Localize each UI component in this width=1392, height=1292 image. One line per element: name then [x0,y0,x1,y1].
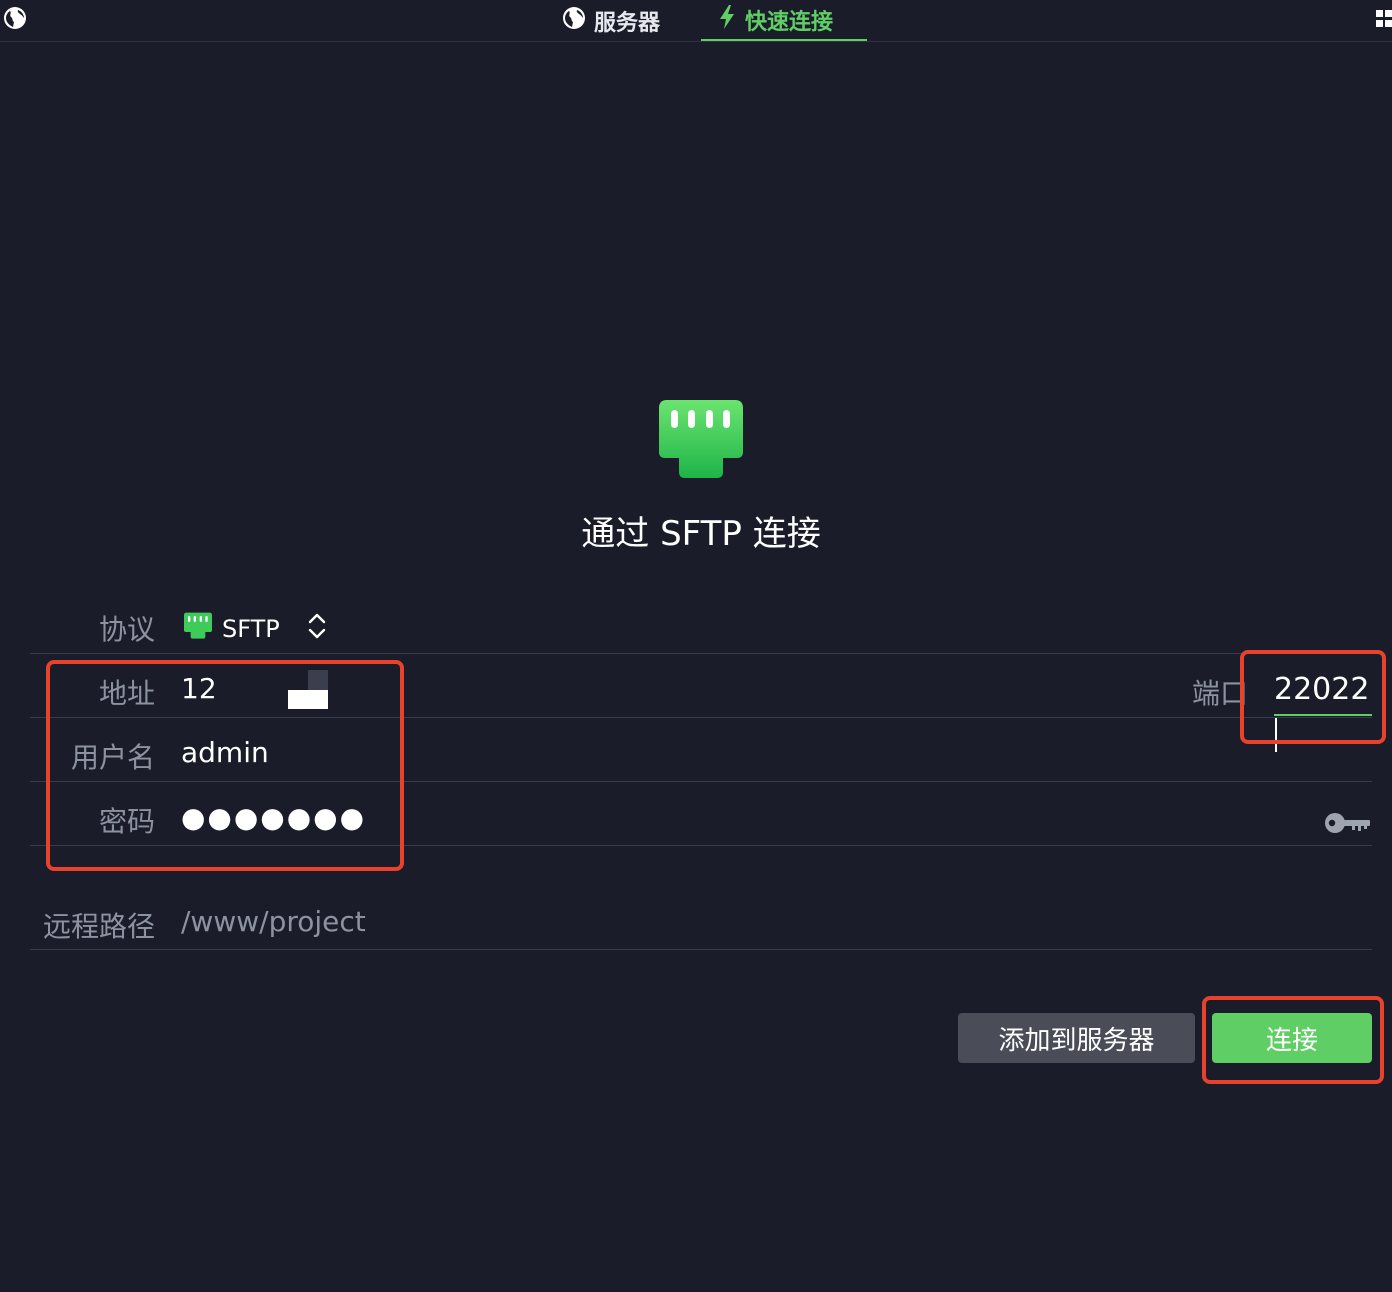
protocol-value: SFTP [222,615,280,643]
add-to-servers-button[interactable]: 添加到服务器 [958,1013,1195,1063]
port-label: 端口 [1192,677,1249,710]
connect-button[interactable]: 连接 [1212,1013,1372,1063]
page-title: 通过 SFTP 连接 [581,514,821,554]
ethernet-port-icon [184,612,212,646]
divider [30,653,1372,654]
text-caret [1275,717,1277,752]
bolt-icon [717,4,737,36]
tab-quick-connect[interactable]: 快速连接 [701,0,867,41]
globe-icon [562,6,586,36]
ethernet-port-icon [659,400,743,484]
globe-icon[interactable] [3,6,27,34]
password-input[interactable]: ●●●●●●● [181,801,366,834]
tab-servers-label: 服务器 [594,10,661,36]
username-input[interactable]: admin [181,736,269,769]
grid-icon[interactable] [1376,10,1392,32]
redaction-block [308,670,328,690]
remote-path-label: 远程路径 [42,910,155,943]
password-label: 密码 [98,805,155,838]
tab-quick-connect-label: 快速连接 [745,9,834,35]
address-input[interactable]: 12 [181,672,217,705]
divider [30,949,1372,950]
divider [30,845,1372,846]
port-input[interactable]: 22022 [1274,668,1372,752]
protocol-label: 协议 [98,613,155,646]
key-icon[interactable] [1324,810,1372,840]
protocol-select[interactable]: SFTP [184,611,326,647]
username-label: 用户名 [70,741,155,774]
address-label: 地址 [98,677,155,710]
divider [30,781,1372,782]
top-tab-bar: 服务器 快速连接 [0,0,1392,42]
redaction-block [288,690,328,709]
remote-path-input[interactable]: /www/project [181,905,366,938]
chevron-up-down-icon [308,612,326,646]
divider [30,717,1372,718]
port-value: 22022 [1274,672,1370,707]
tab-servers[interactable]: 服务器 [562,0,682,41]
